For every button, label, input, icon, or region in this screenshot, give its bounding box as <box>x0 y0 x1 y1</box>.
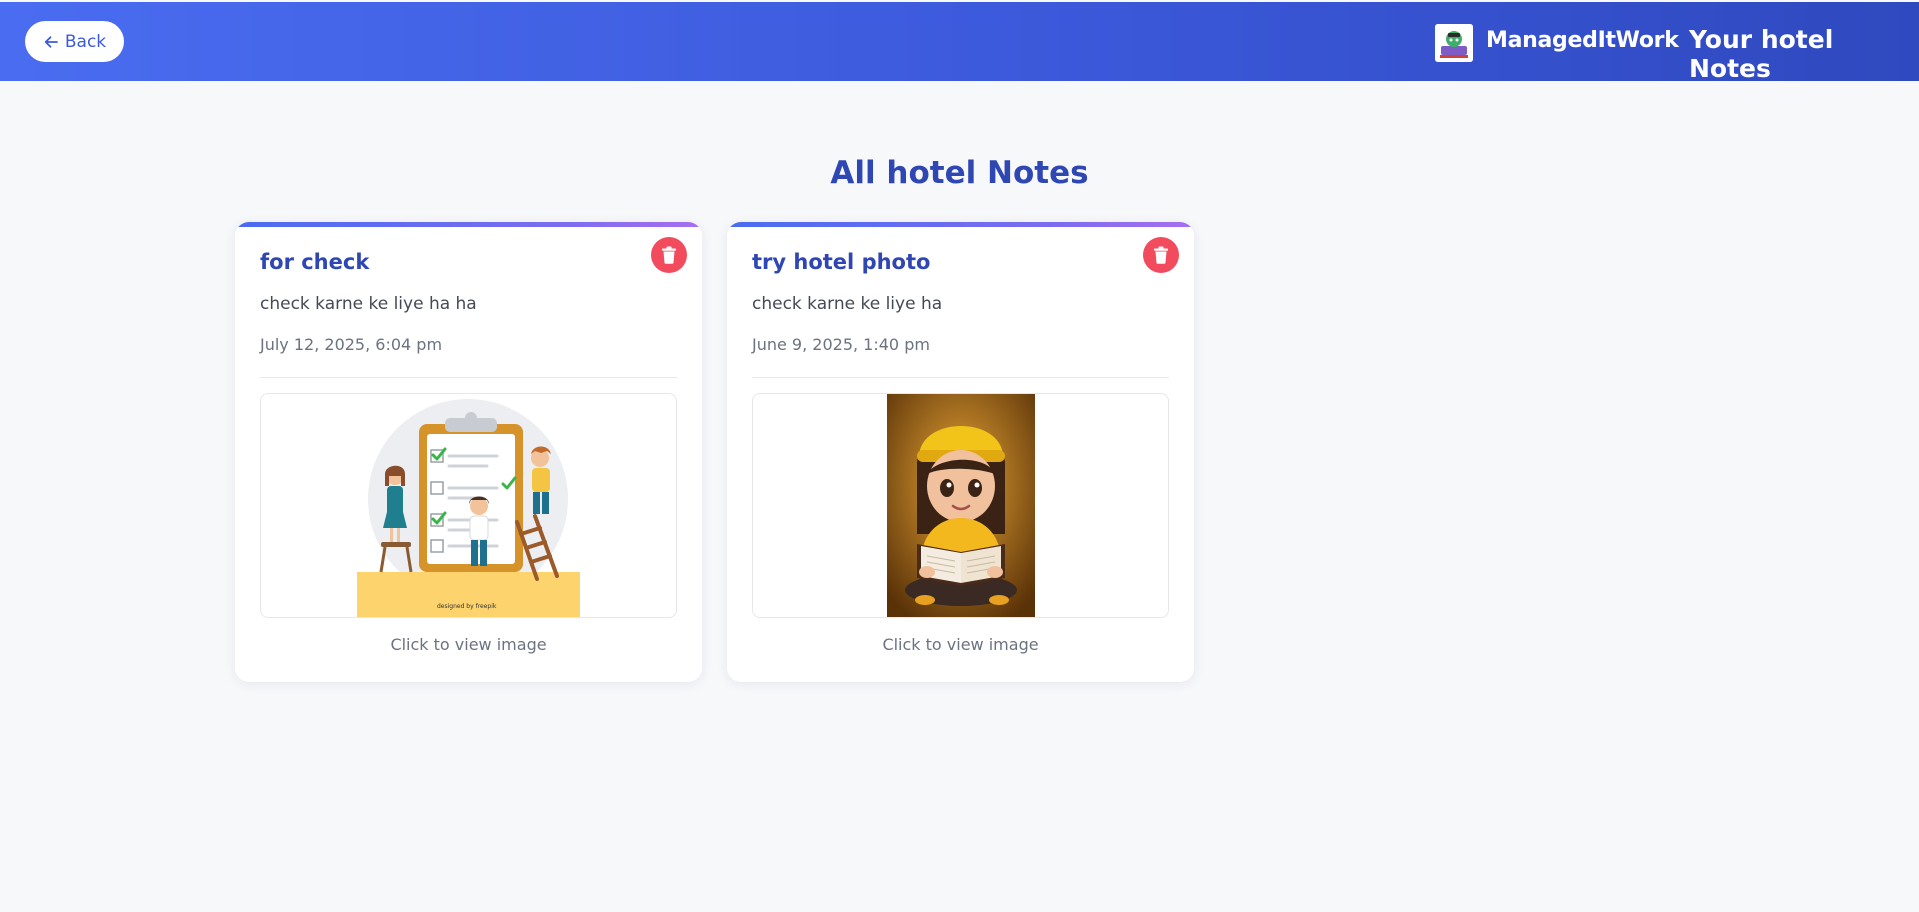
checklist-illustration-image: designed by freepik <box>357 394 580 617</box>
note-date: June 9, 2025, 1:40 pm <box>752 335 930 354</box>
girl-reading-image <box>886 394 1035 617</box>
trash-icon <box>1154 246 1168 264</box>
page-heading: Your hotel Notes <box>1689 25 1834 83</box>
back-button-label: Back <box>64 31 107 52</box>
note-body: check karne ke liye ha <box>752 294 943 314</box>
note-card: try hotel photo check karne ke liye ha J… <box>727 222 1194 682</box>
arrow-left-icon <box>44 35 58 48</box>
note-body: check karne ke liye ha ha <box>260 294 477 314</box>
delete-note-button[interactable] <box>651 237 687 273</box>
notes-section-title: All hotel Notes <box>830 155 1089 191</box>
note-image-thumbnail[interactable]: designed by freepik <box>260 393 677 618</box>
note-title: try hotel photo <box>752 250 931 274</box>
note-date: July 12, 2025, 6:04 pm <box>260 335 443 354</box>
brand-logo <box>1435 24 1473 62</box>
svg-text:designed by freepik: designed by freepik <box>437 603 497 610</box>
divider <box>752 377 1169 378</box>
back-button[interactable]: Back <box>25 21 124 62</box>
top-navigation-bar: Back ManagedItWork Your hotel Notes <box>0 2 1919 83</box>
divider <box>260 377 677 378</box>
delete-note-button[interactable] <box>1143 237 1179 273</box>
trash-icon <box>662 246 676 264</box>
note-title: for check <box>260 250 370 274</box>
brand-name: ManagedItWork <box>1486 28 1679 53</box>
note-card: for check check karne ke liye ha ha July… <box>235 222 702 682</box>
view-image-caption[interactable]: Click to view image <box>727 635 1194 654</box>
view-image-caption[interactable]: Click to view image <box>235 635 702 654</box>
note-image-thumbnail[interactable] <box>752 393 1169 618</box>
